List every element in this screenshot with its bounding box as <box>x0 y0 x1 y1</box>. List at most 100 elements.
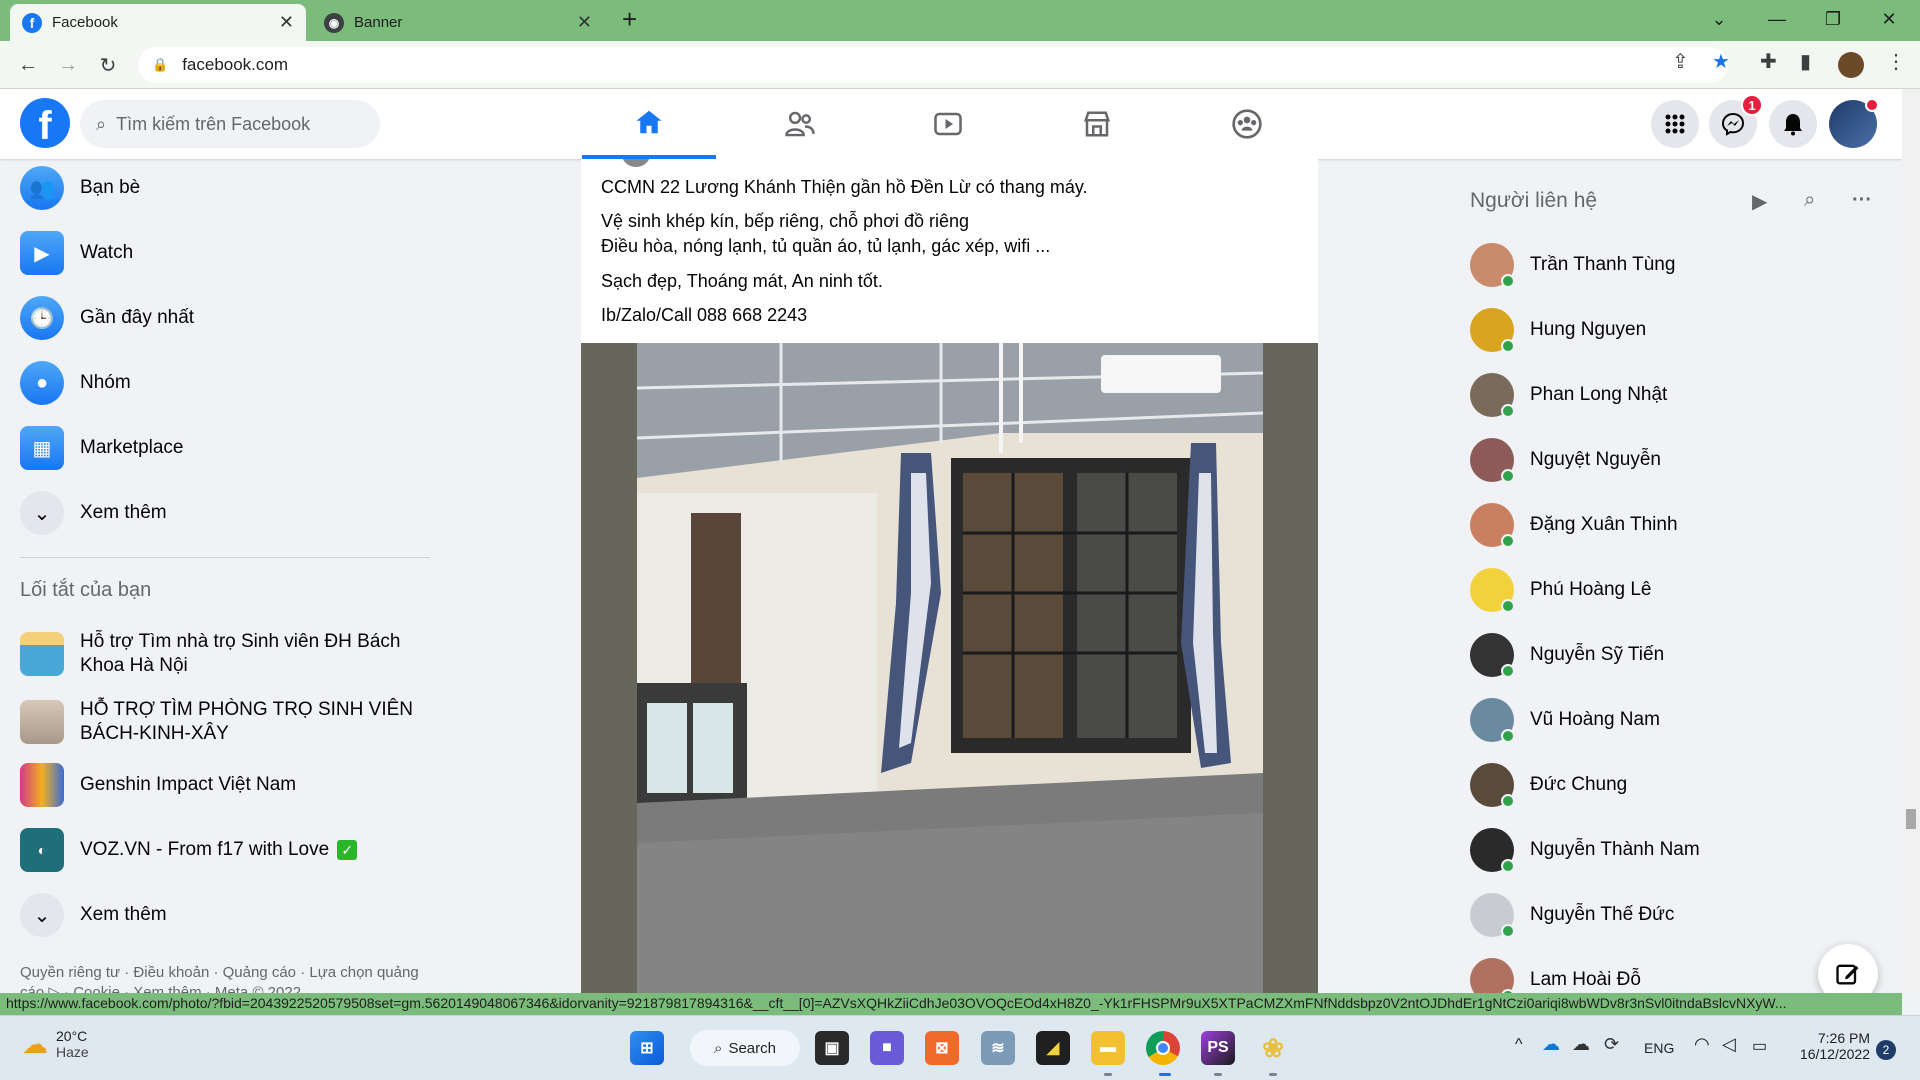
contact-item[interactable]: Hung Nguyen <box>1470 300 1890 360</box>
nav-groups[interactable] <box>1180 89 1314 159</box>
share-icon[interactable]: ⇪ <box>1672 49 1689 74</box>
facebook-search-box[interactable]: ⌕ <box>80 100 380 148</box>
contact-name: Nguyễn Sỹ Tiến <box>1530 644 1665 665</box>
online-status-dot <box>1501 664 1515 678</box>
close-tab-icon[interactable]: ✕ <box>577 12 592 33</box>
contact-item[interactable]: Nguyễn Sỹ Tiến <box>1470 625 1890 685</box>
contact-avatar <box>1470 568 1515 613</box>
scrollbar-thumb[interactable] <box>1906 809 1916 829</box>
shortcuts-see-more[interactable]: ⌄ Xem thêm <box>20 886 440 944</box>
sidebar-item-marketplace[interactable]: ▦ Marketplace <box>20 419 440 477</box>
bookmark-star-icon[interactable]: ★ <box>1712 49 1730 74</box>
facebook-logo[interactable]: f <box>20 98 70 148</box>
tab-search-icon[interactable]: ⌄ <box>1692 0 1746 38</box>
yellow-app-icon[interactable]: ❀ <box>1256 1031 1290 1065</box>
sidebar-item-recent[interactable]: 🕒 Gần đây nhất <box>20 289 440 347</box>
sidebar-item-friends[interactable]: 👥 Bạn bè <box>20 159 440 217</box>
new-tab-button[interactable]: + <box>622 4 637 35</box>
contact-item[interactable]: Nguyễn Thành Nam <box>1470 820 1890 880</box>
contact-avatar <box>1470 893 1515 938</box>
volume-icon[interactable]: ◁ <box>1722 1034 1736 1055</box>
account-avatar[interactable] <box>1829 98 1879 148</box>
notifications-button[interactable] <box>1769 100 1817 148</box>
input-language[interactable]: ENG <box>1644 1040 1674 1056</box>
post-author-avatar[interactable] <box>621 159 651 167</box>
contact-item[interactable]: Nguyễn Thế Đức <box>1470 885 1890 945</box>
address-bar[interactable]: 🔒 facebook.com <box>138 47 1728 83</box>
nav-marketplace[interactable] <box>1030 89 1164 159</box>
contact-name: Đức Chung <box>1530 774 1628 795</box>
footer-links[interactable]: Quyền riêng tư · Điều khoản · Quảng cáo … <box>20 963 420 993</box>
messenger-button[interactable]: 1 <box>1709 94 1763 148</box>
windows-start-icon[interactable]: ⊞ <box>630 1031 664 1065</box>
contact-item[interactable]: Phú Hoàng Lê <box>1470 560 1890 620</box>
phpstorm-icon[interactable]: PS <box>1201 1031 1235 1065</box>
video-call-icon[interactable]: ▶︎ <box>1752 189 1767 214</box>
nav-friends[interactable] <box>733 89 867 159</box>
contact-name: Nguyệt Nguyễn <box>1530 449 1661 470</box>
browser-menu-icon[interactable]: ⋮ <box>1886 49 1906 74</box>
contacts-title: Người liên hệ <box>1470 189 1598 212</box>
sidebar-see-more[interactable]: ⌄ Xem thêm <box>20 484 440 542</box>
contact-item[interactable]: Nguyệt Nguyễn <box>1470 430 1890 490</box>
notification-count-badge[interactable]: 2 <box>1876 1040 1896 1060</box>
shortcut-item[interactable]: HỖ TRỢ TÌM PHÒNG TRỌ SINH VIÊN BÁCH-KINH… <box>20 687 440 757</box>
browser-tab-strip: f Facebook ✕ ◉ Banner ✕ + ⌄ — ❐ ✕ <box>0 0 1920 41</box>
browser-tab-banner[interactable]: ◉ Banner ✕ <box>312 4 604 41</box>
restore-icon[interactable]: ❐ <box>1806 0 1860 38</box>
forward-icon[interactable]: → <box>52 49 84 81</box>
chrome-icon[interactable] <box>1146 1031 1180 1065</box>
contact-item[interactable]: Đặng Xuân Thinh <box>1470 495 1890 555</box>
profile-avatar[interactable] <box>1838 52 1864 78</box>
shortcut-label: Genshin Impact Việt Nam <box>80 774 297 795</box>
cloud-icon[interactable]: ☁ <box>1572 1034 1590 1055</box>
sidebar-item-label: Xem thêm <box>80 904 167 925</box>
recent-icon: 🕒 <box>20 296 64 340</box>
groups-icon: ● <box>20 361 64 405</box>
url-text: facebook.com <box>182 55 289 74</box>
battery-icon[interactable]: ▭ <box>1752 1036 1767 1056</box>
clock[interactable]: 7:26 PM 16/12/2022 <box>1790 1030 1870 1062</box>
search-contacts-icon[interactable]: ⌕ <box>1804 189 1815 212</box>
nav-home[interactable] <box>582 89 716 159</box>
task-view-icon[interactable]: ▣ <box>815 1031 849 1065</box>
nav-watch[interactable] <box>881 89 1015 159</box>
contact-item[interactable]: Đức Chung <box>1470 755 1890 815</box>
weather-widget[interactable]: ☁ 20°C Haze <box>22 1028 89 1060</box>
contact-item[interactable]: Phan Long Nhật <box>1470 365 1890 425</box>
shortcut-item[interactable]: Genshin Impact Việt Nam <box>20 756 440 814</box>
xampp-icon[interactable]: ⊠ <box>925 1031 959 1065</box>
sync-icon[interactable]: ⟳ <box>1604 1034 1619 1055</box>
taskbar-search-button[interactable]: ⌕ Search <box>690 1030 800 1066</box>
onedrive-icon[interactable]: ☁ <box>1542 1034 1560 1055</box>
contact-item[interactable]: Vũ Hoàng Nam <box>1470 690 1890 750</box>
online-status-dot <box>1501 469 1515 483</box>
extensions-icon[interactable]: ✚ <box>1760 49 1777 74</box>
sidebar-item-groups[interactable]: ● Nhóm <box>20 354 440 412</box>
lock-icon[interactable]: 🔒 <box>152 57 168 73</box>
shortcut-item[interactable]: Hỗ trợ Tìm nhà trọ Sinh viên ĐH Bách Kho… <box>20 619 440 689</box>
file-explorer-icon[interactable]: ▬ <box>1091 1031 1125 1065</box>
browser-tab-facebook[interactable]: f Facebook ✕ <box>10 4 306 41</box>
wifi-icon[interactable]: ◠ <box>1694 1034 1710 1055</box>
shortcut-label: Hỗ trợ Tìm nhà trọ Sinh viên ĐH Bách Kho… <box>80 631 401 676</box>
more-options-icon[interactable]: ··· <box>1852 189 1872 212</box>
sidebar-item-watch[interactable]: ▶ Watch <box>20 224 440 282</box>
page-scrollbar[interactable] <box>1902 89 1920 993</box>
close-window-icon[interactable]: ✕ <box>1862 0 1916 38</box>
show-hidden-icons-icon[interactable]: ^ <box>1515 1036 1523 1054</box>
search-input[interactable] <box>116 113 347 135</box>
post-photo[interactable] <box>581 343 1318 993</box>
contact-item[interactable]: Trần Thanh Tùng <box>1470 235 1890 295</box>
shortcut-item[interactable]: ◐ VOZ.VN - From f17 with Love ✓ <box>20 821 440 879</box>
minimize-icon[interactable]: — <box>1750 0 1804 38</box>
teams-chat-icon[interactable]: ■ <box>870 1031 904 1065</box>
friends-icon: 👥 <box>20 166 64 210</box>
reload-icon[interactable]: ↻ <box>92 49 124 81</box>
back-icon[interactable]: ← <box>12 49 44 81</box>
performance-monitor-icon[interactable]: ≋ <box>981 1031 1015 1065</box>
close-tab-icon[interactable]: ✕ <box>279 12 294 33</box>
side-panel-icon[interactable]: ▮ <box>1800 49 1811 74</box>
menu-button[interactable] <box>1651 100 1699 148</box>
sticky-notes-icon[interactable]: ◢ <box>1036 1031 1070 1065</box>
